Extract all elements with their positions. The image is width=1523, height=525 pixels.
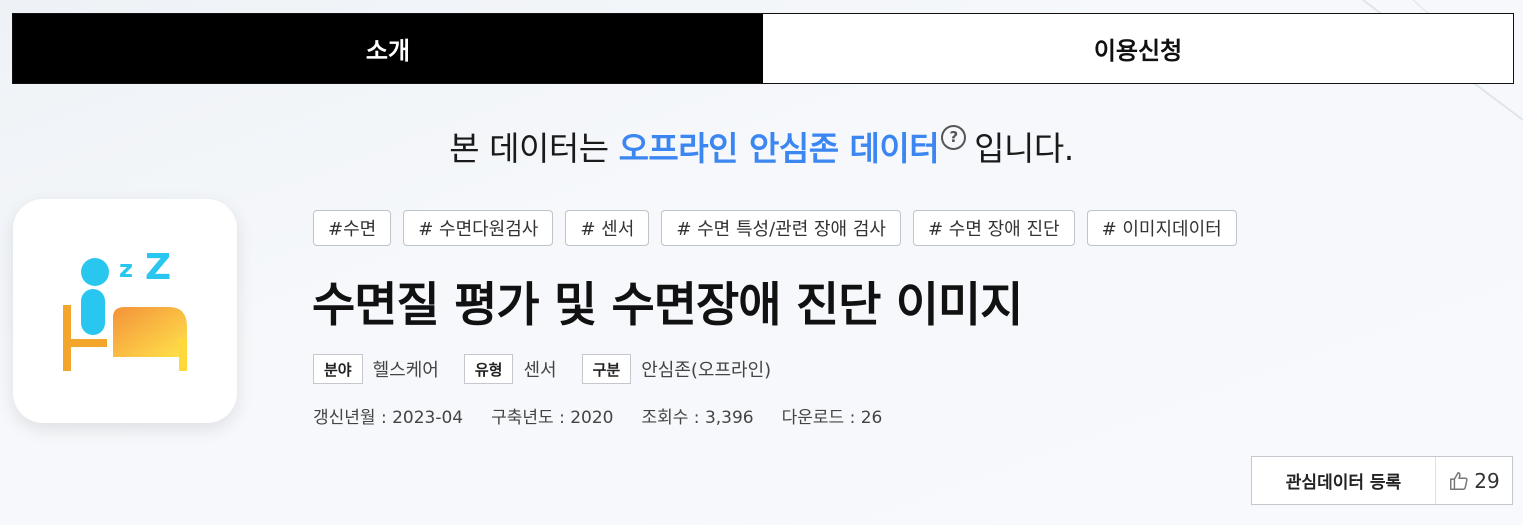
sleeping-person-bed-icon: z Z — [63, 247, 187, 371]
dataset-stats: 갱신년월 : 2023-04 구축년도 : 2020 조회수 : 3,396 다… — [313, 403, 882, 428]
field-value: 헬스케어 — [372, 360, 439, 381]
category-label: 구분 — [581, 354, 632, 384]
svg-text:z: z — [119, 255, 133, 283]
view-count: 조회수 : 3,396 — [641, 408, 754, 428]
notice-prefix: 본 데이터는 — [449, 129, 619, 168]
field-label: 분야 — [313, 354, 363, 384]
thumbs-up-icon — [1450, 471, 1468, 490]
type-label: 유형 — [463, 354, 514, 384]
action-bar: 관심데이터 등록 29 — [1251, 456, 1513, 505]
tag-list: #수면 # 수면다원검사 # 센서 # 수면 특성/관련 장애 검사 # 수면 … — [313, 210, 1237, 246]
tag-item[interactable]: # 수면 특성/관련 장애 검사 — [661, 210, 901, 246]
tag-item[interactable]: #수면 — [313, 210, 392, 246]
tag-item[interactable]: # 수면다원검사 — [403, 210, 554, 246]
question-circle-icon[interactable]: ? — [941, 125, 967, 150]
tag-item[interactable]: # 수면 장애 진단 — [912, 210, 1075, 246]
register-interest-button[interactable]: 관심데이터 등록 — [1252, 457, 1436, 504]
tab-apply[interactable]: 이용신청 — [763, 14, 1513, 83]
like-button[interactable]: 29 — [1436, 457, 1512, 504]
dataset-meta: 분야 헬스케어 유형 센서 구분 안심존(오프라인) — [313, 354, 796, 384]
type-value: 센서 — [523, 360, 557, 381]
updated-date: 갱신년월 : 2023-04 — [313, 408, 464, 428]
download-count: 다운로드 : 26 — [781, 408, 883, 428]
like-count: 29 — [1474, 468, 1500, 493]
notice-suffix: 입니다. — [974, 129, 1074, 168]
svg-text:Z: Z — [145, 247, 171, 288]
build-year: 구축년도 : 2020 — [491, 408, 614, 428]
tag-item[interactable]: # 이미지데이터 — [1086, 210, 1237, 246]
category-value: 안심존(오프라인) — [641, 360, 772, 381]
dataset-thumbnail: z Z — [13, 199, 237, 423]
dataset-title: 수면질 평가 및 수면장애 진단 이미지 — [312, 278, 1023, 333]
data-notice: 본 데이터는 오프라인 안심존 데이터? 입니다. — [0, 122, 1523, 170]
tag-item[interactable]: # 센서 — [565, 210, 650, 246]
tab-intro[interactable]: 소개 — [13, 14, 763, 83]
notice-highlight: 오프라인 안심존 데이터 — [618, 129, 940, 168]
tab-bar: 소개 이용신청 — [12, 13, 1514, 84]
